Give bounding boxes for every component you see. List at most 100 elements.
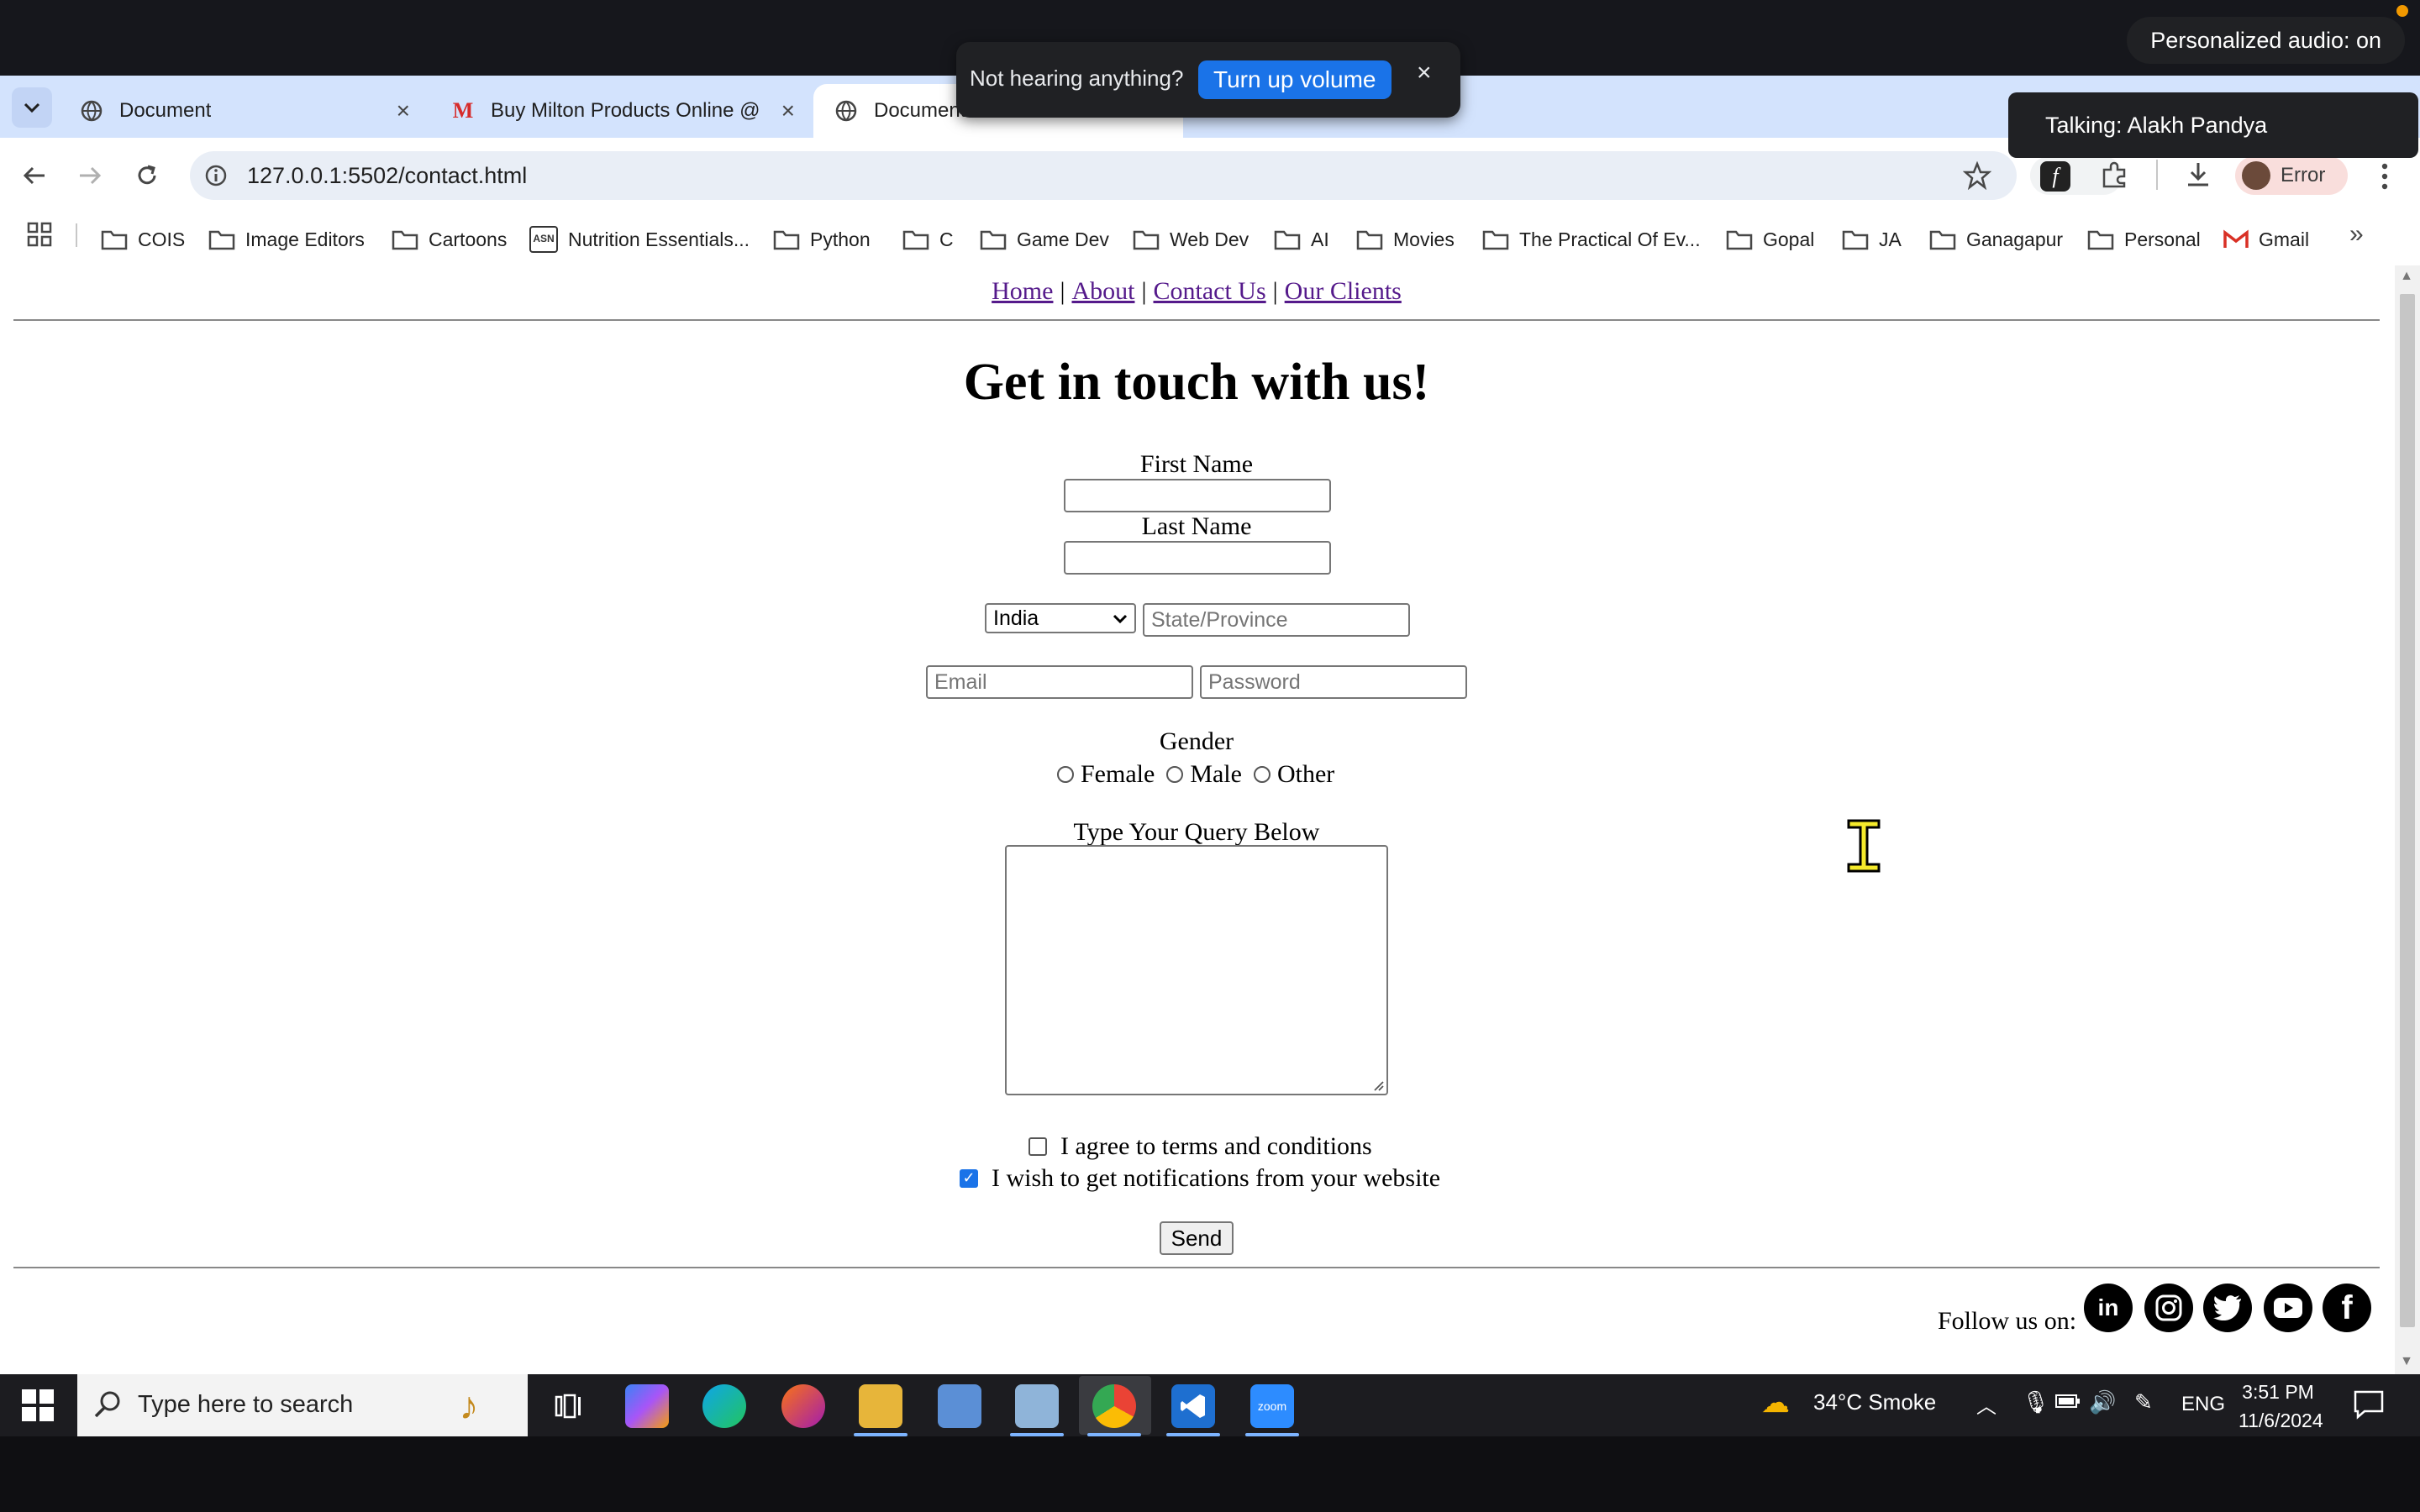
bookmark-game-dev[interactable]: Game Dev bbox=[980, 220, 1109, 259]
terms-checkbox[interactable] bbox=[1028, 1137, 1047, 1156]
scrollbar-thumb[interactable] bbox=[2400, 294, 2415, 1327]
nav-clients-link[interactable]: Our Clients bbox=[1285, 277, 1402, 305]
back-button[interactable] bbox=[15, 156, 54, 195]
notify-checkbox[interactable]: ✓ bbox=[960, 1169, 978, 1188]
pen-icon[interactable]: ✎ bbox=[2134, 1389, 2153, 1415]
battery-icon[interactable] bbox=[2055, 1389, 2081, 1415]
bookmark-star-icon[interactable] bbox=[1962, 160, 1992, 191]
bookmark-gmail[interactable]: Gmail bbox=[2223, 220, 2309, 259]
zoom-icon[interactable]: zoom bbox=[1250, 1384, 1294, 1428]
bookmark-cartoons[interactable]: Cartoons bbox=[392, 220, 507, 259]
microphone-icon[interactable]: 🎙 bbox=[2022, 1389, 2049, 1415]
terms-label: I agree to terms and conditions bbox=[1060, 1132, 1372, 1160]
reload-button[interactable] bbox=[128, 156, 166, 195]
resize-handle-icon[interactable] bbox=[1371, 1079, 1385, 1092]
search-icon bbox=[92, 1389, 123, 1420]
site-info-icon[interactable] bbox=[203, 163, 229, 188]
remote-desktop-icon[interactable] bbox=[938, 1384, 981, 1428]
tab-title: Document bbox=[874, 99, 966, 122]
bookmark-practical[interactable]: The Practical Of Ev... bbox=[1482, 220, 1701, 259]
last-name-input[interactable] bbox=[1064, 541, 1331, 575]
firefox-icon[interactable] bbox=[781, 1384, 825, 1428]
recording-indicator-dot bbox=[2396, 5, 2408, 17]
scroll-down-arrow-icon[interactable]: ▼ bbox=[2400, 1354, 2413, 1369]
nav-about-link[interactable]: About bbox=[1071, 277, 1134, 305]
weather-icon[interactable]: ☁ bbox=[1761, 1386, 1798, 1420]
first-name-input[interactable] bbox=[1064, 479, 1331, 512]
state-input[interactable]: State/Province bbox=[1143, 603, 1410, 637]
email-placeholder: Email bbox=[934, 670, 987, 694]
bookmark-image-editors[interactable]: Image Editors bbox=[208, 220, 365, 259]
tab-milton[interactable]: M Buy Milton Products Online @ × bbox=[430, 84, 812, 138]
follow-label: Follow us on: bbox=[1938, 1307, 2077, 1335]
send-button[interactable]: Send bbox=[1160, 1221, 1234, 1255]
browser-menu-icon[interactable] bbox=[2375, 160, 2395, 193]
folder-icon bbox=[1356, 228, 1383, 250]
bookmark-c[interactable]: C bbox=[902, 220, 954, 259]
query-textarea[interactable] bbox=[1005, 845, 1388, 1095]
file-explorer-icon[interactable] bbox=[859, 1384, 902, 1428]
volume-popup-text: Not hearing anything? bbox=[970, 66, 1184, 91]
nav-home-link[interactable]: Home bbox=[992, 277, 1053, 305]
instagram-icon[interactable] bbox=[2144, 1284, 2193, 1332]
email-input[interactable]: Email bbox=[926, 665, 1193, 699]
edge-icon[interactable] bbox=[702, 1384, 746, 1428]
twitter-icon[interactable] bbox=[2203, 1284, 2252, 1332]
reload-icon bbox=[138, 165, 156, 185]
bookmark-movies[interactable]: Movies bbox=[1356, 220, 1455, 259]
facebook-icon[interactable]: f bbox=[2323, 1284, 2371, 1332]
bookmark-gopal[interactable]: Gopal bbox=[1726, 220, 1814, 259]
gender-female-radio[interactable] bbox=[1057, 766, 1074, 783]
copilot-icon[interactable] bbox=[625, 1384, 669, 1428]
forward-button[interactable] bbox=[71, 156, 109, 195]
bookmark-ja[interactable]: JA bbox=[1842, 220, 1902, 259]
volume-popup: Not hearing anything? Turn up volume × bbox=[956, 42, 1460, 118]
tab-search-button[interactable] bbox=[12, 87, 52, 128]
download-icon[interactable] bbox=[2183, 160, 2213, 190]
language-indicator[interactable]: ENG bbox=[2181, 1393, 2225, 1416]
bookmark-personal[interactable]: Personal bbox=[2087, 220, 2201, 259]
folder-icon bbox=[1482, 228, 1509, 250]
volume-icon[interactable]: 🔊 bbox=[2089, 1389, 2116, 1415]
close-icon[interactable]: × bbox=[1417, 59, 1432, 87]
bookmark-python[interactable]: Python bbox=[773, 220, 871, 259]
task-view-icon[interactable] bbox=[546, 1384, 590, 1428]
chrome-icon[interactable] bbox=[1092, 1384, 1136, 1428]
notepad-icon[interactable] bbox=[1015, 1384, 1059, 1428]
url-text[interactable]: 127.0.0.1:5502/contact.html bbox=[247, 163, 527, 189]
weather-text[interactable]: 34°C Smoke bbox=[1813, 1389, 1936, 1415]
clock[interactable]: 3:51 PM 11/6/2024 bbox=[2238, 1378, 2323, 1435]
more-bookmarks-icon[interactable]: » bbox=[2349, 220, 2364, 249]
vscode-icon[interactable] bbox=[1171, 1384, 1215, 1428]
tab-close-icon[interactable]: × bbox=[781, 97, 795, 124]
tray-overflow-icon[interactable]: ︿ bbox=[1976, 1389, 1996, 1419]
tab-close-icon[interactable]: × bbox=[397, 97, 410, 124]
password-input[interactable]: Password bbox=[1200, 665, 1467, 699]
folder-icon bbox=[773, 228, 800, 250]
profile-error-button[interactable]: Error bbox=[2235, 156, 2348, 195]
youtube-icon[interactable] bbox=[2264, 1284, 2312, 1332]
toolbar-divider bbox=[2156, 160, 2158, 190]
bookmark-ganagapur[interactable]: Ganagapur bbox=[1929, 220, 2063, 259]
bookmark-label: JA bbox=[1879, 228, 1902, 250]
bookmark-ai[interactable]: AI bbox=[1274, 220, 1329, 259]
tab-document-1[interactable]: Document × bbox=[59, 84, 427, 138]
linkedin-icon[interactable]: in bbox=[2084, 1284, 2133, 1332]
gender-other-radio[interactable] bbox=[1253, 766, 1270, 783]
puzzle-extensions-icon[interactable] bbox=[2099, 160, 2129, 190]
nav-separator: | bbox=[1060, 277, 1065, 305]
formula-extension-icon[interactable]: f bbox=[2040, 161, 2070, 192]
scroll-up-arrow-icon[interactable]: ▲ bbox=[2400, 269, 2413, 284]
audio-status-pill[interactable]: Personalized audio: on bbox=[2127, 17, 2405, 64]
apps-grid-icon[interactable] bbox=[27, 222, 52, 247]
country-select[interactable]: India bbox=[985, 603, 1136, 633]
windows-start-icon[interactable] bbox=[22, 1389, 54, 1421]
gender-male-radio[interactable] bbox=[1166, 766, 1184, 783]
bookmark-cois[interactable]: COIS bbox=[101, 220, 185, 259]
site-icon: ASN bbox=[529, 226, 558, 253]
bookmark-web-dev[interactable]: Web Dev bbox=[1133, 220, 1249, 259]
nav-contact-link[interactable]: Contact Us bbox=[1154, 277, 1266, 305]
turn-up-volume-button[interactable]: Turn up volume bbox=[1198, 60, 1392, 99]
notifications-icon[interactable] bbox=[2353, 1389, 2385, 1420]
bookmark-nutrition[interactable]: ASN Nutrition Essentials... bbox=[529, 220, 750, 259]
